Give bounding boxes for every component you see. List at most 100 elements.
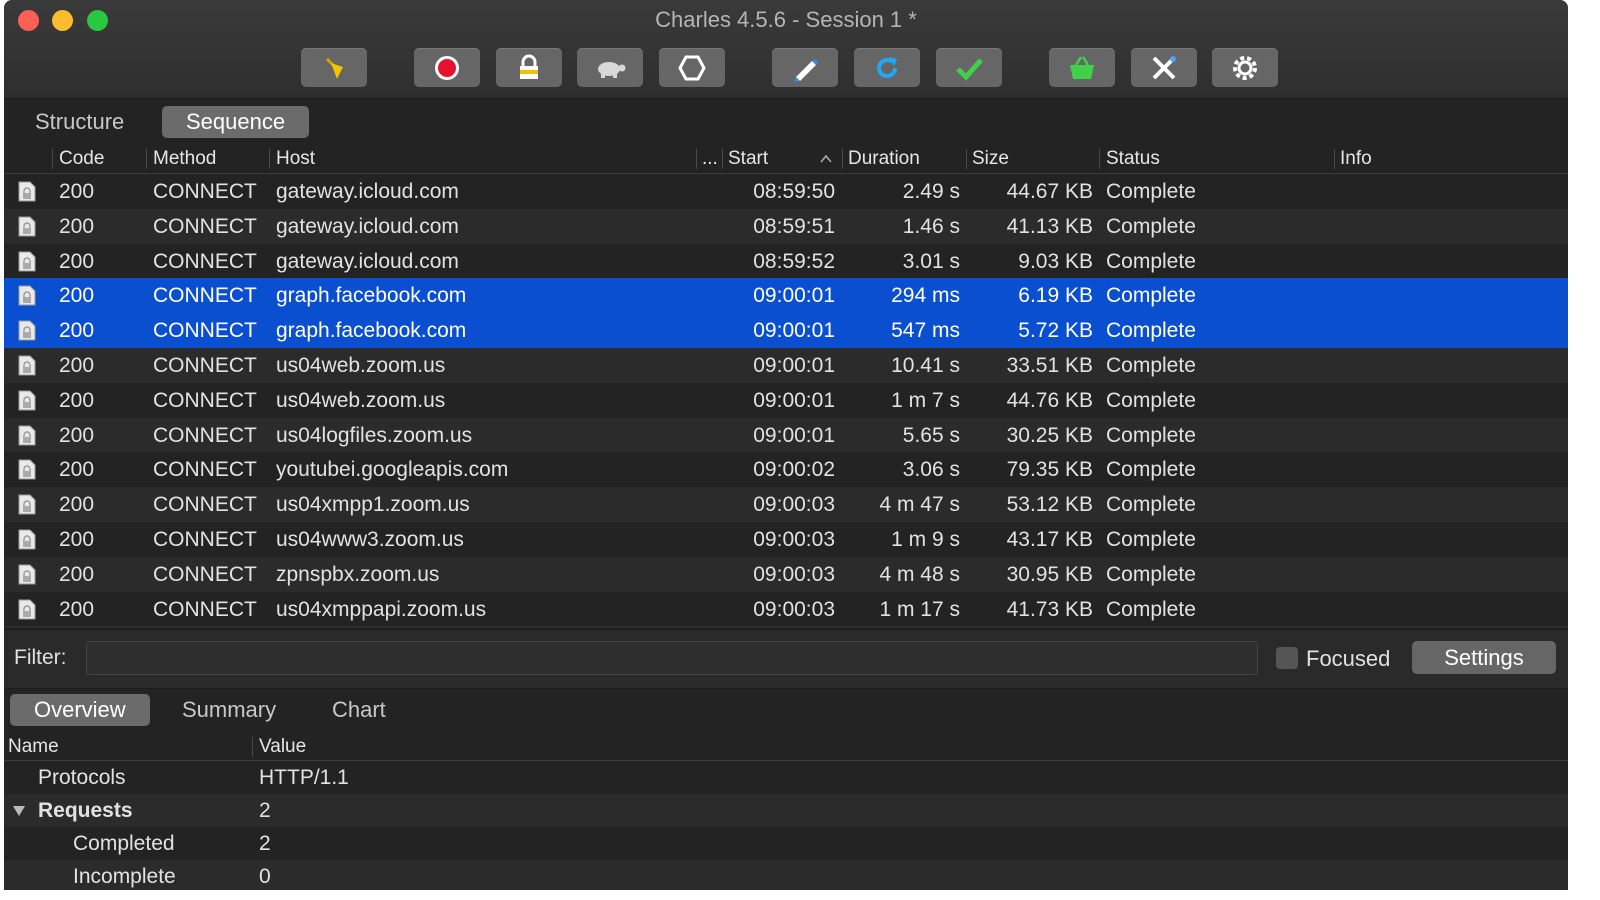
- cell-start: 09:00:01: [753, 423, 835, 447]
- focused-checkbox[interactable]: [1276, 647, 1298, 669]
- settings-button[interactable]: [1212, 48, 1278, 87]
- column-status[interactable]: Status: [1106, 145, 1160, 173]
- throttle-turtle-icon: [598, 61, 626, 78]
- record-button[interactable]: [414, 48, 480, 87]
- tools-icon: [1152, 55, 1176, 79]
- cell-duration: 3.01 s: [902, 249, 960, 273]
- clear-session-button[interactable]: [301, 48, 367, 87]
- column-host[interactable]: Host: [276, 145, 315, 173]
- table-row[interactable]: 200 CONNECT us04web.zoom.us 09:00:01 1 m 7 s…: [4, 382, 1568, 418]
- column-duration[interactable]: Duration: [848, 145, 920, 173]
- cell-method: CONNECT: [153, 528, 257, 551]
- view-tabs: Structure Sequence: [4, 106, 1568, 140]
- overview-value: HTTP/1.1: [259, 766, 349, 789]
- overview-row[interactable]: Incomplete 0: [4, 860, 1568, 890]
- request-document-icon: [18, 355, 36, 376]
- tab-structure[interactable]: Structure: [11, 106, 148, 138]
- overview-name: Requests: [38, 799, 133, 822]
- column-path[interactable]: ...: [702, 145, 718, 173]
- throttle-button[interactable]: [577, 48, 643, 87]
- table-row[interactable]: 200 CONNECT us04logfiles.zoom.us 09:00:01 5.…: [4, 417, 1568, 453]
- tab-chart[interactable]: Chart: [308, 694, 410, 726]
- cell-start: 09:00:02: [753, 458, 835, 482]
- cell-start: 08:59:52: [753, 249, 835, 273]
- cell-size: 41.73 KB: [1006, 597, 1093, 621]
- table-row[interactable]: 200 CONNECT graph.facebook.com 09:00:01 547 …: [4, 313, 1568, 349]
- broom-icon: [325, 57, 343, 79]
- overview-row[interactable]: Completed 2: [4, 827, 1568, 860]
- cell-method: CONNECT: [153, 423, 257, 447]
- table-row[interactable]: 200 CONNECT us04xmpp1.zoom.us 09:00:03 4 m 4…: [4, 487, 1568, 523]
- cell-method: CONNECT: [153, 214, 257, 238]
- cell-status: Complete: [1106, 388, 1196, 412]
- record-icon: [435, 55, 459, 80]
- cell-host: gateway.icloud.com: [276, 214, 459, 238]
- column-start[interactable]: Start: [728, 145, 768, 173]
- column-code[interactable]: Code: [59, 145, 104, 173]
- breakpoint-hexagon-icon: [678, 55, 706, 80]
- request-document-icon: [18, 216, 36, 237]
- disclosure-triangle-icon[interactable]: [12, 805, 26, 817]
- request-document-icon: [18, 529, 36, 550]
- overview-value: 2: [259, 832, 271, 855]
- breakpoints-button[interactable]: [659, 48, 725, 87]
- window-title: Charles 4.5.6 - Session 1 *: [655, 7, 917, 32]
- ssl-proxying-button[interactable]: [496, 48, 562, 87]
- table-row[interactable]: 200 CONNECT graph.facebook.com 09:00:01 294 …: [4, 278, 1568, 314]
- tools-button[interactable]: [1131, 48, 1197, 87]
- table-row[interactable]: 200 CONNECT us04xmppapi.zoom.us 09:00:03 1 m…: [4, 591, 1568, 627]
- cell-status: Complete: [1106, 493, 1196, 517]
- filter-settings-button[interactable]: Settings: [1412, 641, 1556, 674]
- overview-row[interactable]: Protocols HTTP/1.1: [4, 761, 1568, 794]
- column-size[interactable]: Size: [972, 145, 1009, 173]
- tab-summary[interactable]: Summary: [158, 694, 300, 726]
- cell-size: 44.76 KB: [1006, 388, 1093, 412]
- table-row[interactable]: 200 CONNECT us04www3.zoom.us 09:00:03 1 m 9 …: [4, 522, 1568, 557]
- column-info[interactable]: Info: [1340, 145, 1372, 173]
- cell-start: 09:00:01: [753, 319, 835, 343]
- column-method[interactable]: Method: [153, 145, 216, 173]
- cell-code: 200: [59, 214, 95, 238]
- overview-header: Name Value: [4, 733, 1568, 761]
- overview-name-header[interactable]: Name: [8, 733, 59, 760]
- tab-sequence[interactable]: Sequence: [162, 106, 310, 138]
- cell-start: 09:00:01: [753, 388, 835, 412]
- cell-start: 08:59:51: [753, 214, 835, 238]
- overview-value-header[interactable]: Value: [259, 733, 306, 760]
- cell-duration: 10.41 s: [891, 354, 960, 377]
- cell-duration: 1 m 9 s: [891, 528, 960, 551]
- table-row[interactable]: [4, 626, 1568, 628]
- overview-row[interactable]: Requests 2: [4, 794, 1568, 827]
- cell-code: 200: [59, 458, 95, 482]
- validate-button[interactable]: [936, 48, 1002, 87]
- table-row[interactable]: 200 CONNECT gateway.icloud.com 08:59:51 1.46…: [4, 208, 1568, 244]
- cell-code: 200: [59, 180, 95, 203]
- table-row[interactable]: 200 CONNECT youtubei.googleapis.com 09:00:0…: [4, 452, 1568, 488]
- repeat-button[interactable]: [854, 48, 920, 87]
- cell-host: us04www3.zoom.us: [276, 528, 464, 551]
- filter-input[interactable]: [86, 641, 1258, 675]
- compose-button[interactable]: [772, 48, 838, 87]
- shopping-basket-button[interactable]: [1049, 48, 1115, 87]
- tab-overview[interactable]: Overview: [10, 694, 150, 726]
- cell-method: CONNECT: [153, 388, 257, 412]
- table-row[interactable]: 200 CONNECT gateway.icloud.com 08:59:52 3.01…: [4, 243, 1568, 279]
- cell-host: gateway.icloud.com: [276, 180, 459, 203]
- cell-size: 41.13 KB: [1006, 214, 1093, 238]
- table-row[interactable]: 200 CONNECT us04web.zoom.us 09:00:01 10.41 s…: [4, 348, 1568, 383]
- cell-host: graph.facebook.com: [276, 319, 467, 343]
- focused-label[interactable]: Focused: [1306, 646, 1390, 672]
- request-document-icon: [18, 494, 36, 515]
- table-row[interactable]: 200 CONNECT zpnspbx.zoom.us 09:00:03 4 m 48 …: [4, 556, 1568, 592]
- cell-start: 09:00:01: [753, 354, 835, 377]
- request-document-icon: [18, 599, 36, 620]
- detail-tabs: Overview Summary Chart: [4, 694, 1568, 728]
- cell-code: 200: [59, 249, 95, 273]
- table-row[interactable]: 200 CONNECT gateway.icloud.com 08:59:50 2.49…: [4, 174, 1568, 209]
- title-bar: Charles 4.5.6 - Session 1 *: [4, 0, 1568, 99]
- cell-host: us04xmpp1.zoom.us: [276, 493, 470, 517]
- cell-host: us04xmppapi.zoom.us: [276, 597, 487, 621]
- sort-ascending-icon: [820, 154, 832, 163]
- cell-size: 6.19 KB: [1018, 284, 1093, 308]
- cell-code: 200: [59, 597, 95, 621]
